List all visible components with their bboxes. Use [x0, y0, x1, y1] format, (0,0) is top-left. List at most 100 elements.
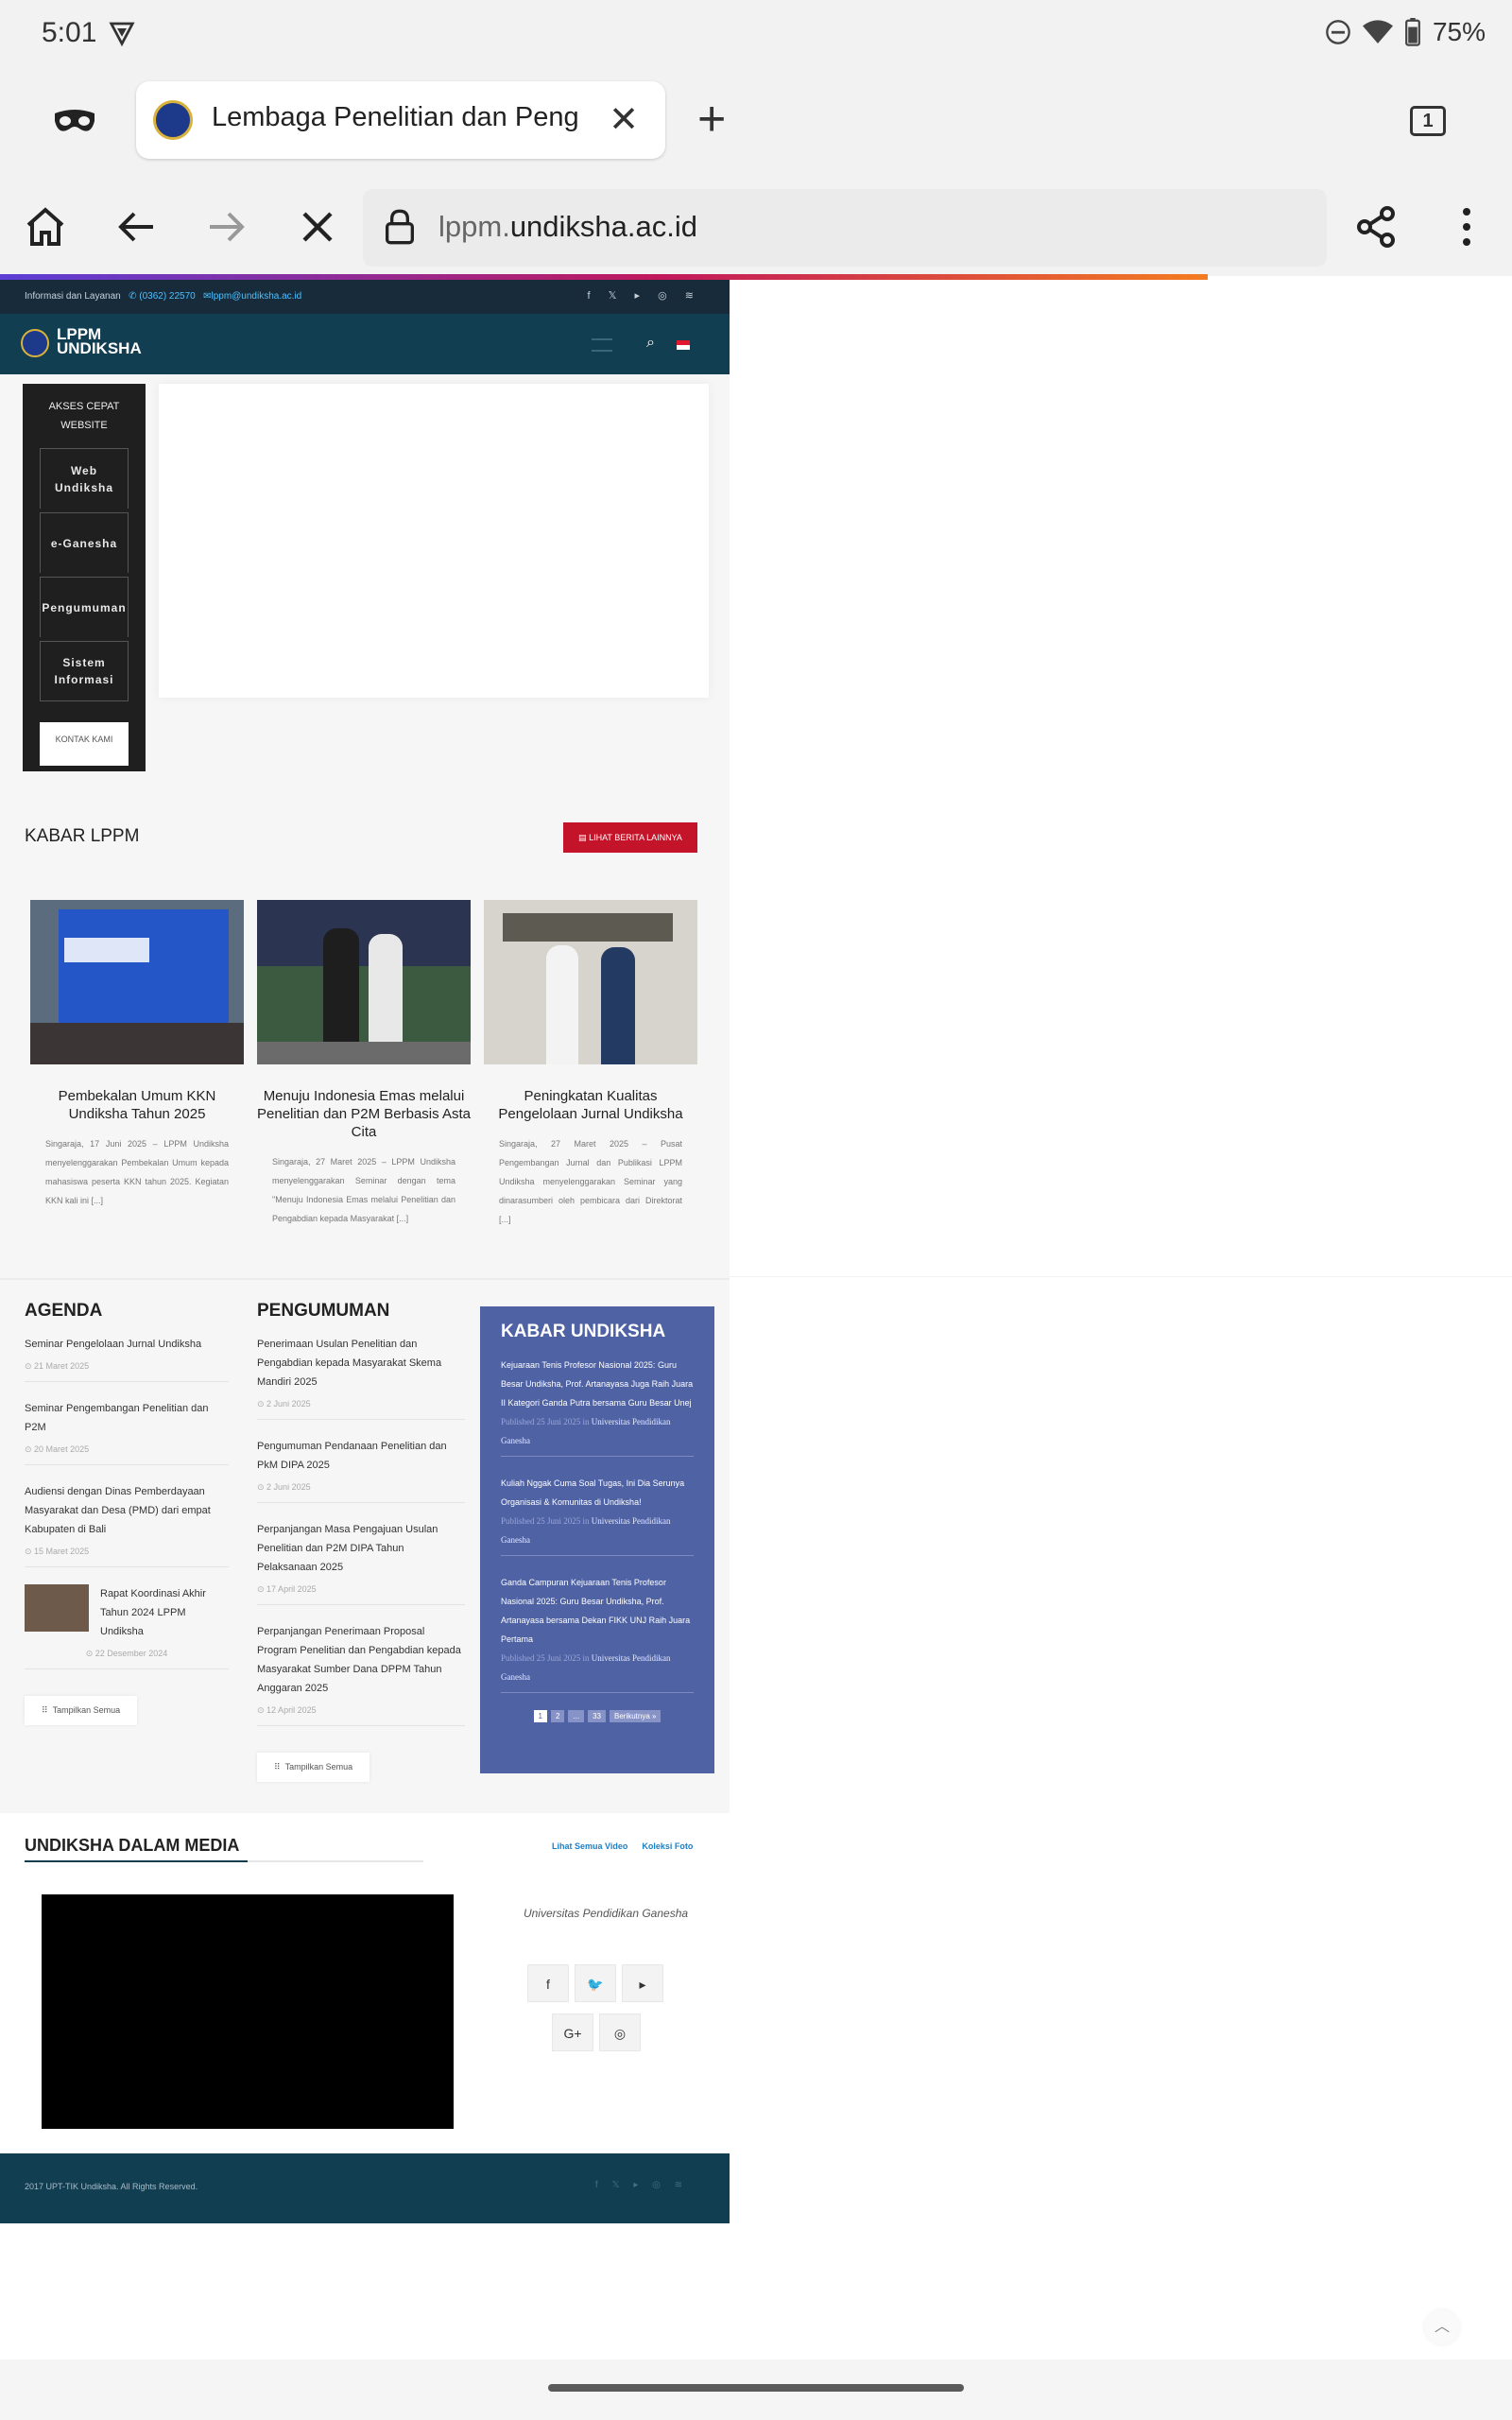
section-divider: [0, 1278, 730, 1280]
blank-page-area: [730, 280, 1512, 2223]
tab-strip: Lembaga Penelitian dan Peng ✕ + 1: [0, 68, 1512, 182]
agenda-item[interactable]: Seminar Pengembangan Penelitian dan P2M ⊙…: [25, 1399, 229, 1465]
site-brand[interactable]: LPPM UNDIKSHA: [57, 326, 142, 356]
email-link[interactable]: ✉lppm@undiksha.ac.id: [203, 291, 301, 302]
stop-loading-icon[interactable]: [295, 204, 340, 250]
pengumuman-column: PENGUMUMAN Penerimaan Usulan Penelitian …: [257, 1301, 465, 1782]
kabar-lppm-section: KABAR LPPM ▤ LIHAT BERITA LAINNYA Pembek…: [0, 796, 730, 1269]
language-flag-icon[interactable]: [677, 340, 690, 350]
news-excerpt: Singaraja, 27 Maret 2025 – Pusat Pengemb…: [499, 1139, 682, 1224]
quick-access-title: AKSES CEPAT WEBSITE: [48, 401, 120, 431]
tab-title: Lembaga Penelitian dan Peng: [212, 102, 579, 132]
status-icons: 75%: [1325, 17, 1486, 47]
forward-arrow-icon[interactable]: [204, 204, 249, 250]
vpn-shield-icon: [109, 22, 135, 47]
do-not-disturb-icon: [1326, 20, 1350, 44]
menu-hamburger-icon[interactable]: [592, 338, 612, 352]
pengumuman-item[interactable]: Pengumuman Pendanaan Penelitian dan PkM …: [257, 1437, 465, 1503]
agenda-item[interactable]: Audiensi dengan Dinas Pemberdayaan Masya…: [25, 1482, 229, 1567]
phone-link[interactable]: ✆ (0362) 22570: [129, 291, 196, 302]
youtube-icon[interactable]: ▸: [622, 1964, 663, 2002]
browser-toolbar: lppm.undiksha.ac.id: [0, 182, 1512, 276]
pengumuman-item[interactable]: Perpanjangan Penerimaan Proposal Program…: [257, 1622, 465, 1726]
news-card[interactable]: Peningkatan Kualitas Pengelolaan Jurnal …: [484, 900, 697, 1229]
google-plus-icon[interactable]: G+: [552, 2014, 593, 2051]
quick-access-panel: AKSES CEPAT WEBSITE Web Undiksha e-Ganesh…: [23, 384, 146, 771]
quick-link-sistem-informasi[interactable]: Sistem Informasi: [40, 641, 129, 701]
site-navbar: LPPM UNDIKSHA ⌕: [0, 314, 730, 374]
scroll-to-top-icon[interactable]: ︿: [1425, 2310, 1459, 2344]
agenda-thumbnail[interactable]: [25, 1584, 89, 1632]
kabar-undiksha-panel: KABAR UNDIKSHA Kejuaraan Tenis Profesor …: [480, 1306, 714, 1773]
page-33[interactable]: 33: [588, 1710, 606, 1722]
news-image[interactable]: [484, 900, 697, 1064]
undiksha-news-item[interactable]: Kejuaraan Tenis Profesor Nasional 2025: …: [501, 1356, 694, 1457]
site-favicon-icon: [153, 100, 193, 140]
copyright: 2017 UPT-TIK Undiksha. All Rights Reserv…: [25, 2182, 198, 2191]
close-tab-icon[interactable]: ✕: [609, 102, 639, 138]
web-content: Informasi dan Layanan ✆ (0362) 22570 ✉lp…: [0, 280, 730, 2223]
agenda-item[interactable]: Rapat Koordinasi Akhir Tahun 2024 LPPM U…: [25, 1584, 229, 1669]
news-image[interactable]: [30, 900, 244, 1064]
news-excerpt: Singaraja, 27 Maret 2025 – LPPM Undiksha…: [272, 1157, 455, 1223]
url-text[interactable]: lppm.undiksha.ac.id: [438, 210, 697, 244]
tab-switcher-button[interactable]: 1: [1410, 106, 1446, 136]
agenda-show-all-button[interactable]: ⠿ Tampilkan Semua: [25, 1696, 138, 1725]
home-icon[interactable]: [23, 204, 68, 250]
news-card[interactable]: Pembekalan Umum KKN Undiksha Tahun 2025 …: [30, 900, 244, 1210]
media-title-accent: [25, 1860, 248, 1862]
topbar-info: Informasi dan Layanan ✆ (0362) 22570 ✉lp…: [25, 291, 302, 302]
news-image[interactable]: [257, 900, 471, 1064]
back-arrow-icon[interactable]: [113, 204, 159, 250]
media-links: Lihat Semua Video Koleksi Foto: [552, 1841, 693, 1851]
hero-slider[interactable]: [159, 384, 709, 698]
battery-icon: [1405, 18, 1420, 46]
search-icon[interactable]: ⌕: [646, 335, 655, 352]
new-tab-icon[interactable]: +: [697, 95, 726, 144]
footer-social-icons[interactable]: f 𝕏 ▸ ◎ ≋: [595, 2180, 688, 2190]
photo-collection-link[interactable]: Koleksi Foto: [642, 1841, 693, 1851]
page-1[interactable]: 1: [533, 1710, 547, 1722]
undiksha-news-item[interactable]: Kuliah Nggak Cuma Soal Tugas, Ini Dia Se…: [501, 1474, 694, 1556]
site-footer: 2017 UPT-TIK Undiksha. All Rights Reserv…: [0, 2153, 730, 2223]
lock-icon[interactable]: [384, 208, 416, 246]
quick-link-e-ganesha[interactable]: e-Ganesha: [40, 512, 129, 573]
kabar-undiksha-title: KABAR UNDIKSHA: [501, 1322, 666, 1341]
news-title[interactable]: Pembekalan Umum KKN Undiksha Tahun 2025: [30, 1087, 244, 1123]
news-title[interactable]: Menuju Indonesia Emas melalui Penelitian…: [257, 1087, 471, 1141]
university-name: Universitas Pendidikan Ganesha: [523, 1907, 689, 1920]
page-next[interactable]: Berikutnya »: [610, 1710, 662, 1722]
gesture-nav-handle[interactable]: [548, 2384, 964, 2392]
address-bar[interactable]: lppm.undiksha.ac.id: [363, 189, 1327, 267]
incognito-icon[interactable]: [53, 104, 96, 142]
news-card[interactable]: Menuju Indonesia Emas melalui Penelitian…: [257, 900, 471, 1228]
pengumuman-show-all-button[interactable]: ⠿ Tampilkan Semua: [257, 1753, 370, 1782]
all-videos-link[interactable]: Lihat Semua Video: [552, 1841, 627, 1851]
site-topbar: Informasi dan Layanan ✆ (0362) 22570 ✉lp…: [0, 280, 730, 314]
battery-level: 75%: [1432, 17, 1486, 46]
twitter-icon[interactable]: 🐦: [575, 1964, 616, 2002]
more-news-button[interactable]: ▤ LIHAT BERITA LAINNYA: [563, 822, 697, 853]
news-excerpt: Singaraja, 17 Juni 2025 – LPPM Undiksha …: [45, 1139, 229, 1205]
page-divider: [730, 1276, 1512, 1277]
video-player[interactable]: [42, 1894, 454, 2129]
facebook-icon[interactable]: f: [527, 1964, 569, 2002]
pengumuman-item[interactable]: Penerimaan Usulan Penelitian dan Pengabd…: [257, 1335, 465, 1420]
agenda-item[interactable]: Seminar Pengelolaan Jurnal Undiksha ⊙ 21 …: [25, 1335, 229, 1382]
topbar-social-icons[interactable]: f 𝕏 ▸ ◎ ≋: [588, 289, 701, 302]
undiksha-logo-icon[interactable]: [21, 329, 49, 357]
overflow-menu-icon[interactable]: [1444, 204, 1489, 250]
share-icon[interactable]: [1353, 204, 1399, 250]
undiksha-news-item[interactable]: Ganda Campuran Kejuaraan Tenis Profesor …: [501, 1573, 694, 1693]
page-ellipsis: ...: [568, 1710, 585, 1722]
news-title[interactable]: Peningkatan Kualitas Pengelolaan Jurnal …: [484, 1087, 697, 1123]
wifi-icon: [1362, 20, 1393, 43]
instagram-icon[interactable]: ◎: [599, 2014, 641, 2051]
quick-link-web-undiksha[interactable]: Web Undiksha: [40, 448, 129, 509]
page-2[interactable]: 2: [550, 1710, 565, 1722]
clock: 5:01: [42, 17, 97, 48]
contact-button[interactable]: KONTAK KAMI: [40, 722, 129, 766]
quick-link-pengumuman[interactable]: Pengumuman: [40, 577, 129, 637]
pengumuman-item[interactable]: Perpanjangan Masa Pengajuan Usulan Penel…: [257, 1520, 465, 1605]
active-tab[interactable]: Lembaga Penelitian dan Peng ✕: [136, 81, 665, 159]
